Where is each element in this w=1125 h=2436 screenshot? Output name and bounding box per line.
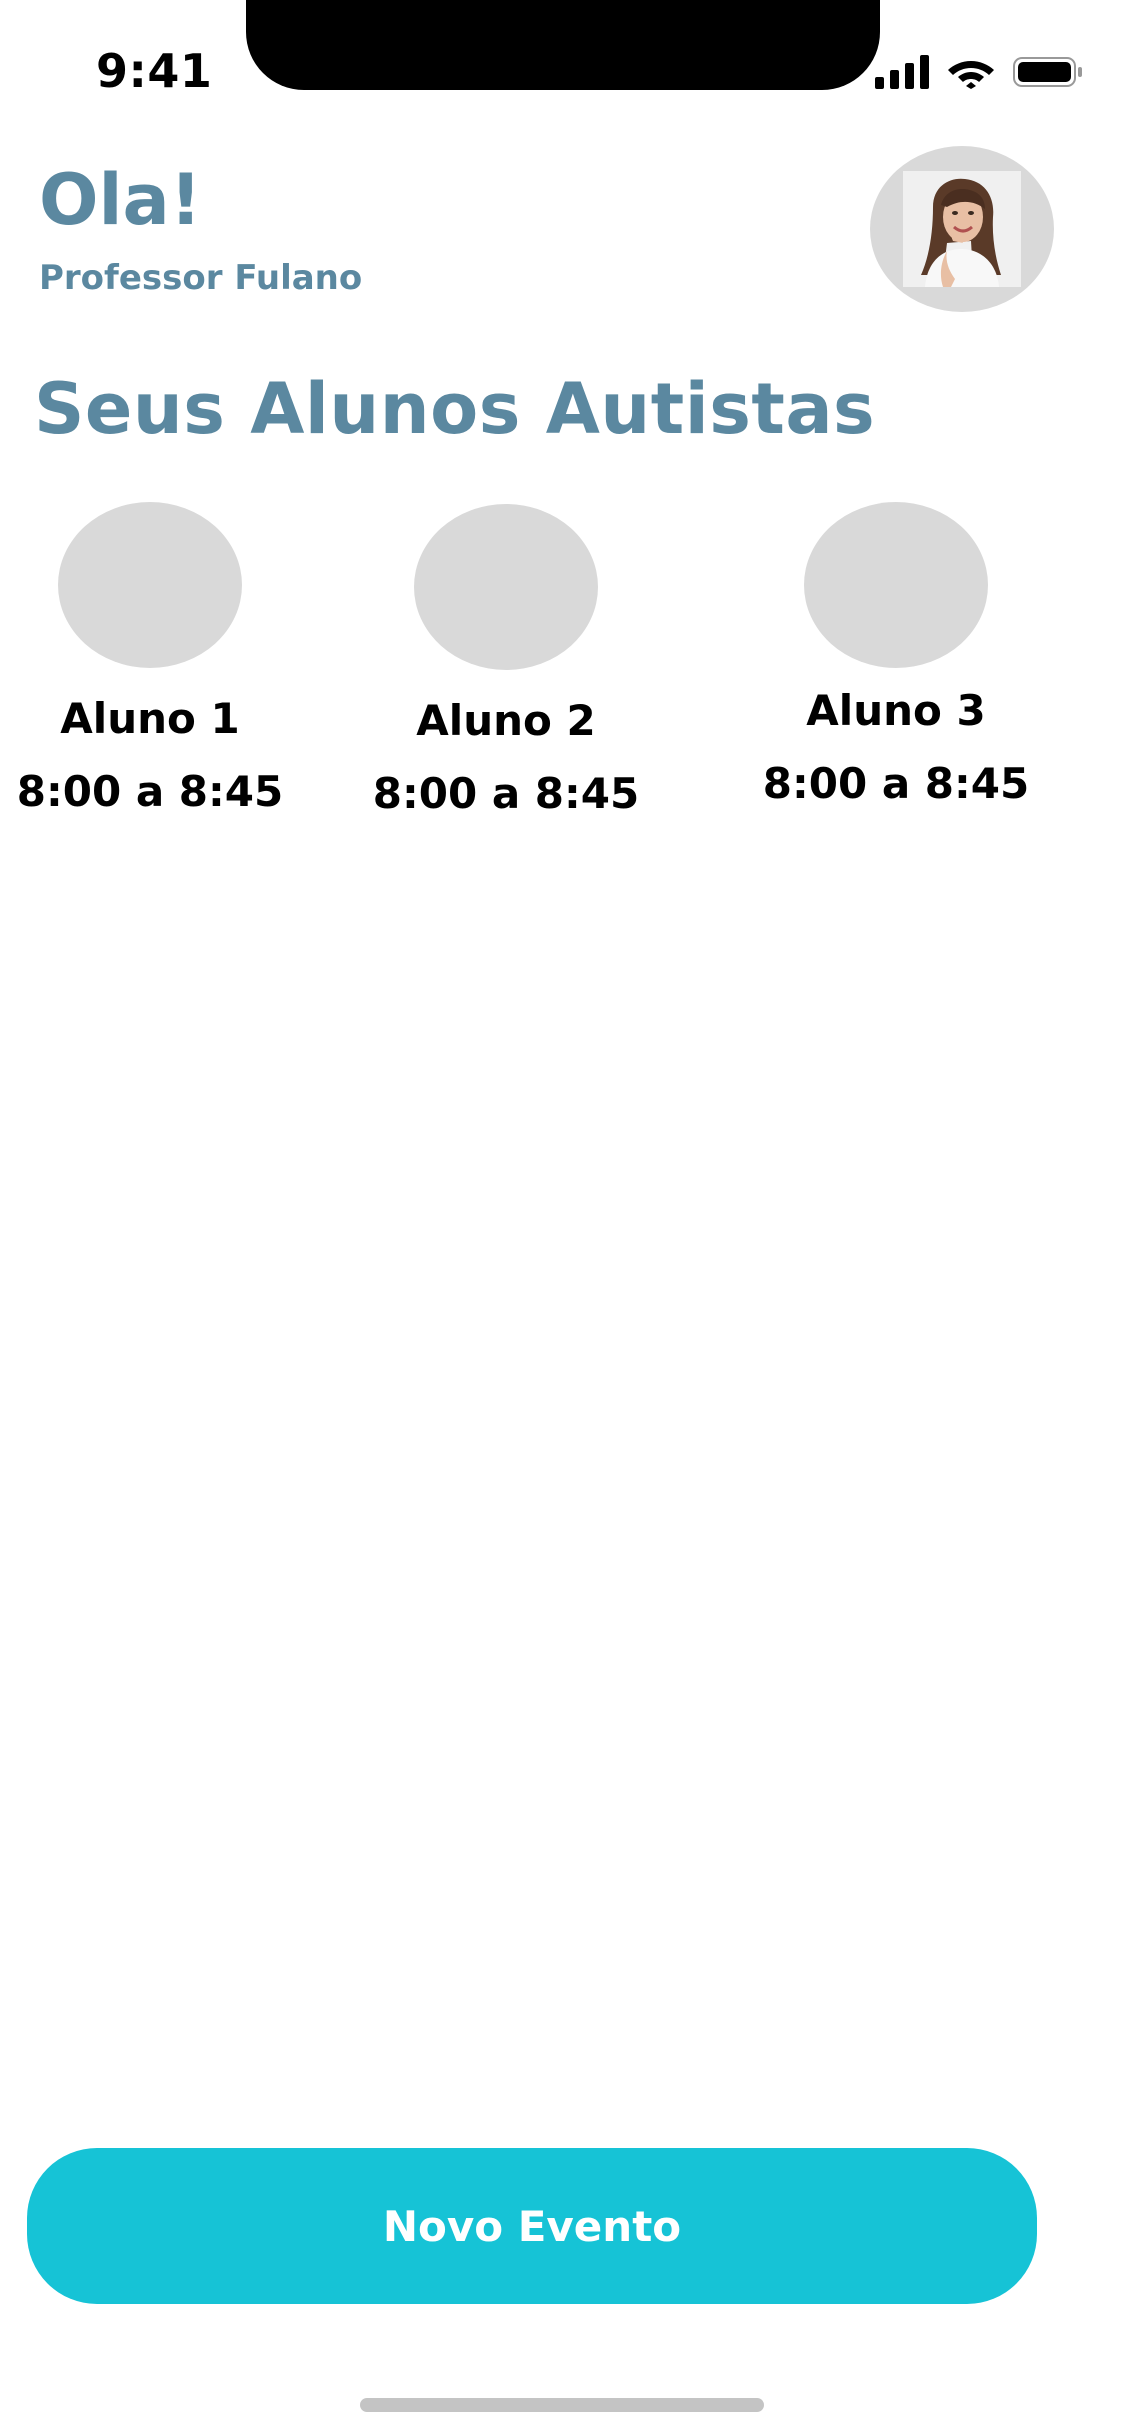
student-avatar [804, 502, 988, 668]
student-name: Aluno 3 [806, 686, 986, 735]
teacher-photo [903, 171, 1021, 287]
student-avatar [414, 504, 598, 670]
notch [246, 0, 880, 90]
status-icons [875, 52, 1083, 92]
student-card[interactable]: Aluno 2 8:00 a 8:45 [356, 504, 656, 818]
signal-icon [875, 55, 929, 89]
student-avatar [58, 502, 242, 668]
teacher-name: Professor Fulano [39, 258, 363, 298]
student-time: 8:00 a 8:45 [16, 767, 284, 816]
student-time: 8:00 a 8:45 [372, 769, 640, 818]
student-time: 8:00 a 8:45 [762, 759, 1030, 808]
student-name: Aluno 2 [416, 696, 596, 745]
student-card[interactable]: Aluno 1 8:00 a 8:45 [0, 502, 300, 816]
wifi-icon [948, 61, 994, 89]
greeting: Ola! [39, 159, 202, 241]
new-event-button[interactable]: Novo Evento [27, 2148, 1037, 2304]
home-indicator[interactable] [360, 2398, 764, 2412]
status-time: 9:41 [96, 44, 213, 98]
profile-avatar[interactable] [870, 146, 1054, 312]
student-card[interactable]: Aluno 3 8:00 a 8:45 [746, 502, 1046, 808]
section-title: Seus Alunos Autistas [34, 368, 876, 450]
battery-icon [1013, 57, 1082, 87]
student-name: Aluno 1 [60, 694, 240, 743]
